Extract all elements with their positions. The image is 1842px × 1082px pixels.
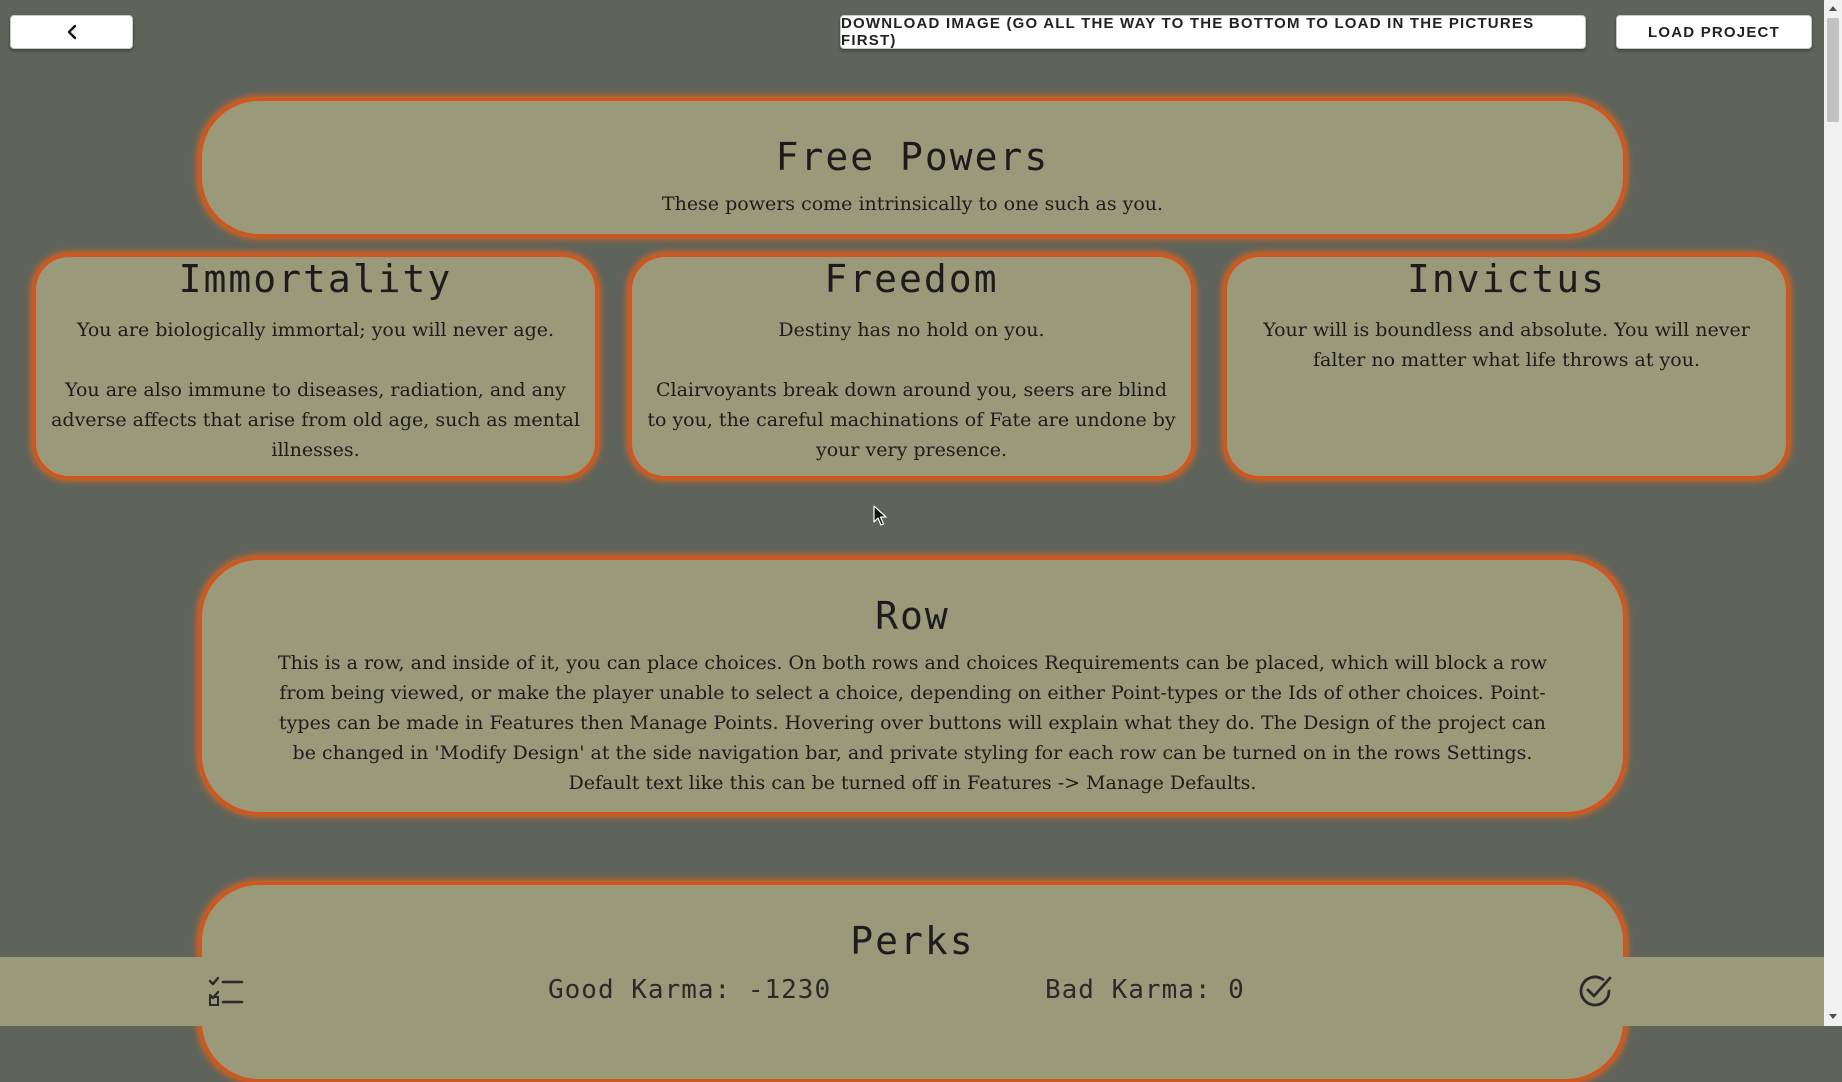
- mouse-cursor-icon: [873, 505, 887, 526]
- row-description: These powers come intrinsically to one s…: [661, 193, 1164, 215]
- points-bar: Good Karma: -1230 Bad Karma: 0: [0, 957, 1824, 1026]
- row-description: This is a row, and inside of it, you can…: [277, 652, 1548, 794]
- choice-card-immortality[interactable]: Immortality You are biologically immorta…: [33, 254, 598, 479]
- choice-card-freedom[interactable]: Freedom Destiny has no hold on you. Clai…: [629, 254, 1194, 479]
- row-title: Free Powers: [775, 135, 1050, 179]
- checklist-icon[interactable]: [208, 975, 244, 1007]
- back-button[interactable]: [10, 15, 133, 49]
- bad-karma-counter: Bad Karma: 0: [1045, 975, 1245, 1005]
- scroll-up-arrow-icon[interactable]: [1829, 6, 1837, 11]
- choice-description: You are biologically immortal; you will …: [51, 319, 580, 461]
- scroll-down-arrow-icon[interactable]: [1829, 1014, 1837, 1019]
- choice-card-invictus[interactable]: Invictus Your will is boundless and abso…: [1224, 254, 1789, 479]
- choice-description: Your will is boundless and absolute. You…: [1263, 319, 1750, 371]
- check-circle-icon[interactable]: [1576, 972, 1614, 1010]
- load-project-button[interactable]: LOAD PROJECT: [1616, 15, 1812, 49]
- row-free-powers: Free Powers These powers come intrinsica…: [199, 98, 1626, 237]
- row-default: Row This is a row, and inside of it, you…: [199, 557, 1626, 815]
- page-scrollbar[interactable]: [1824, 0, 1842, 1026]
- chevron-left-icon: [67, 24, 76, 40]
- choice-title: Immortality: [178, 257, 453, 301]
- good-karma-counter: Good Karma: -1230: [548, 975, 832, 1005]
- choice-description: Destiny has no hold on you. Clairvoyants…: [647, 319, 1176, 461]
- choice-title: Freedom: [824, 257, 999, 301]
- choice-title: Invictus: [1406, 257, 1607, 301]
- scroll-thumb[interactable]: [1827, 18, 1839, 122]
- row-title: Row: [875, 594, 950, 638]
- download-image-button[interactable]: DOWNLOAD IMAGE (GO ALL THE WAY TO THE BO…: [840, 15, 1586, 49]
